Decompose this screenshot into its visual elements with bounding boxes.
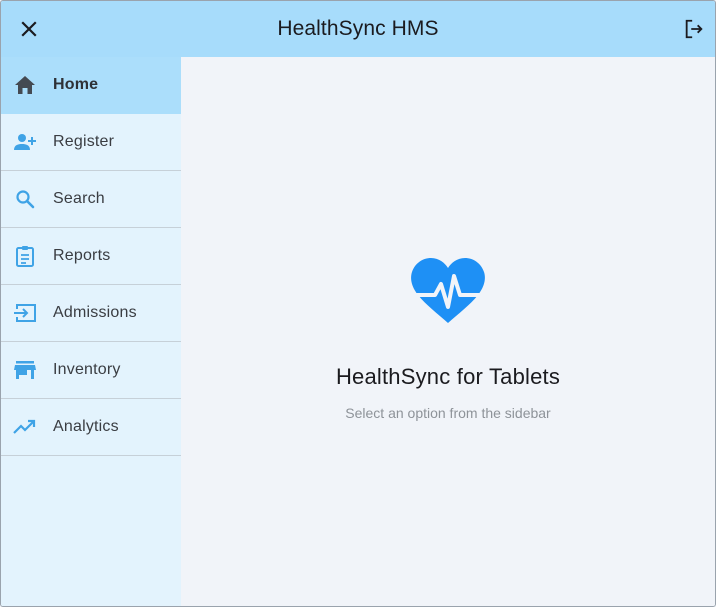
sidebar-item-label: Analytics [53,418,119,435]
search-icon [13,187,37,211]
login-arrow-icon [13,301,37,325]
sidebar-item-register[interactable]: Register [1,114,181,171]
sidebar-item-label: Register [53,133,115,150]
sidebar-item-label: Inventory [53,361,121,378]
app-title: HealthSync HMS [277,17,439,40]
sidebar-item-reports[interactable]: Reports [1,228,181,285]
logout-icon [685,19,703,39]
app-bar: HealthSync HMS [1,1,715,57]
sidebar-item-admissions[interactable]: Admissions [1,285,181,342]
store-icon [13,358,37,382]
home-icon [13,73,37,97]
logout-button[interactable] [680,15,708,43]
sidebar-item-label: Home [53,76,99,93]
sidebar-item-label: Search [53,190,105,207]
heartbeat-icon [410,258,486,323]
sidebar-item-inventory[interactable]: Inventory [1,342,181,399]
sidebar-item-home[interactable]: Home [1,57,181,114]
trending-up-icon [13,415,37,439]
sidebar: Home Register Search Reports Admissions … [1,57,181,606]
main-content: HealthSync for Tablets Select an option … [181,57,715,606]
app-window: HealthSync HMS Home Register Search Repo… [0,0,716,607]
welcome-subtitle: Select an option from the sidebar [345,405,551,421]
clipboard-icon [13,244,37,268]
sidebar-item-label: Reports [53,247,111,264]
welcome-title: HealthSync for Tablets [335,364,561,389]
welcome-panel: HealthSync for Tablets Select an option … [181,257,715,421]
sidebar-item-analytics[interactable]: Analytics [1,399,181,456]
sidebar-item-label: Admissions [53,304,137,321]
person-add-icon [13,130,37,154]
sidebar-item-search[interactable]: Search [1,171,181,228]
